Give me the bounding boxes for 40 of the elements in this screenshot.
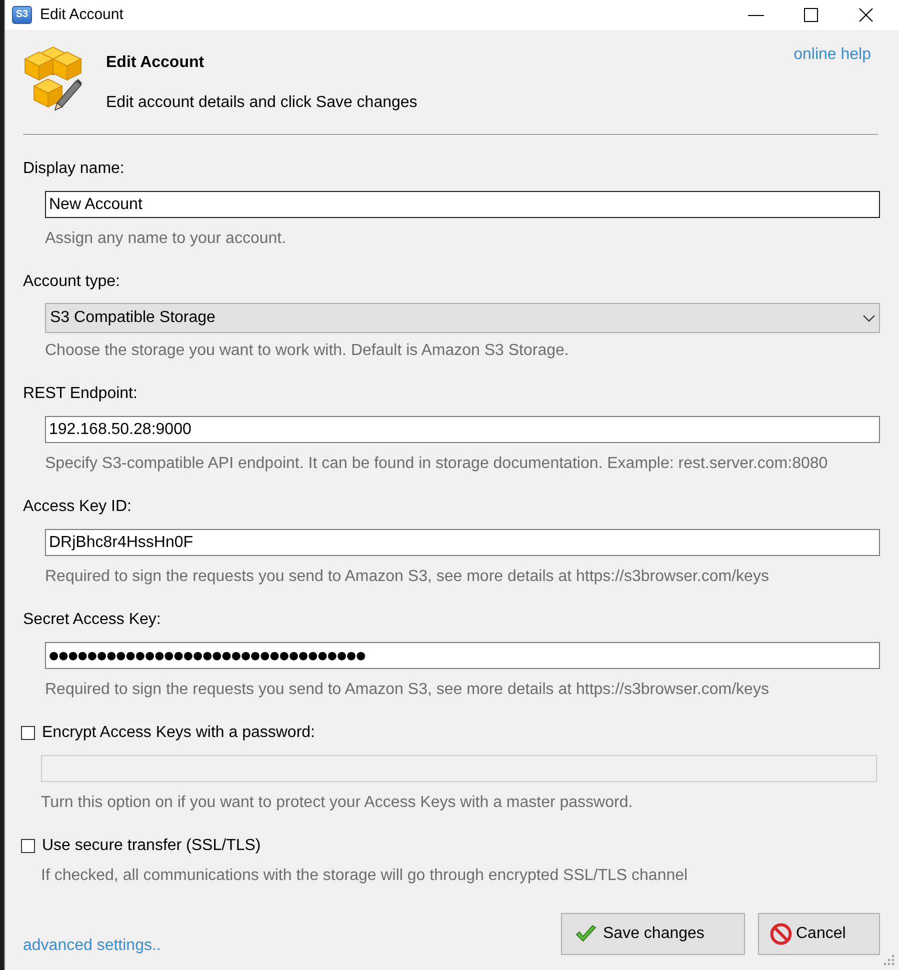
save-button[interactable]: Save changes xyxy=(561,913,745,955)
input-value: DRjBhc8r4HssHn0F xyxy=(49,532,194,552)
window-title: Edit Account xyxy=(40,5,124,25)
boxes-pencil-icon xyxy=(24,47,82,111)
checkmark-icon xyxy=(575,925,597,943)
hint-text: Specify S3-compatible API endpoint. It can be found in storage documentation. Example: rest.server.com:8080 xyxy=(45,454,829,474)
close-icon xyxy=(858,8,872,22)
maximize-icon xyxy=(804,8,818,22)
field-label: Display name: xyxy=(23,159,126,179)
field-label: REST Endpoint: xyxy=(23,384,138,404)
checkbox[interactable] xyxy=(21,839,35,853)
hint-text: If checked, all communications with the storage will go through encrypted SSL/TLS channel xyxy=(41,866,689,886)
dropdown[interactable]: S3 Compatible Storage xyxy=(45,303,880,333)
app-icon: S3 xyxy=(12,6,32,24)
input-field[interactable]: 192.168.50.28:9000 xyxy=(45,416,880,443)
hint-text: Required to sign the requests you send to Amazon S3, see more details at https://s3browser.com/keys xyxy=(45,680,770,700)
chevron-down-icon xyxy=(863,314,875,322)
resize-grip-icon xyxy=(884,955,895,966)
input-field[interactable]: DRjBhc8r4HssHn0F xyxy=(45,529,880,556)
field-label: Secret Access Key: xyxy=(23,610,162,630)
cancel-button[interactable]: Cancel xyxy=(758,913,880,955)
input-value: 192.168.50.28:9000 xyxy=(49,420,192,440)
checkbox-label: Encrypt Access Keys with a password: xyxy=(42,723,315,743)
password-field[interactable]: ●●●●●●●●●●●●●●●●●●●●●●●●●●●●●●●●● xyxy=(45,642,880,669)
masked-value: ●●●●●●●●●●●●●●●●●●●●●●●●●●●●●●●●● xyxy=(49,648,366,664)
field-label: Access Key ID: xyxy=(23,497,132,517)
hint-text: Turn this option on if you want to protect your Access Keys with a master password. xyxy=(41,793,634,813)
dialog-description: Edit account details and click Save changes xyxy=(106,93,418,113)
hint-text: Required to sign the requests you send to Amazon S3, see more details at https://s3browser.com/keys xyxy=(45,567,770,587)
prohibited-icon xyxy=(770,923,792,945)
field-label: Account type: xyxy=(23,272,121,292)
minimize-icon xyxy=(748,14,764,16)
hint-text: Assign any name to your account. xyxy=(45,229,288,249)
hint-text: Choose the storage you want to work with. Default is Amazon S3 Storage. xyxy=(45,341,570,361)
checkbox[interactable] xyxy=(21,726,35,740)
input-field[interactable]: New Account xyxy=(45,191,880,218)
checkbox-label: Use secure transfer (SSL/TLS) xyxy=(42,836,261,856)
dropdown-value: S3 Compatible Storage xyxy=(50,308,216,328)
dialog-heading: Edit Account xyxy=(106,53,206,73)
input-value: New Account xyxy=(49,194,142,214)
